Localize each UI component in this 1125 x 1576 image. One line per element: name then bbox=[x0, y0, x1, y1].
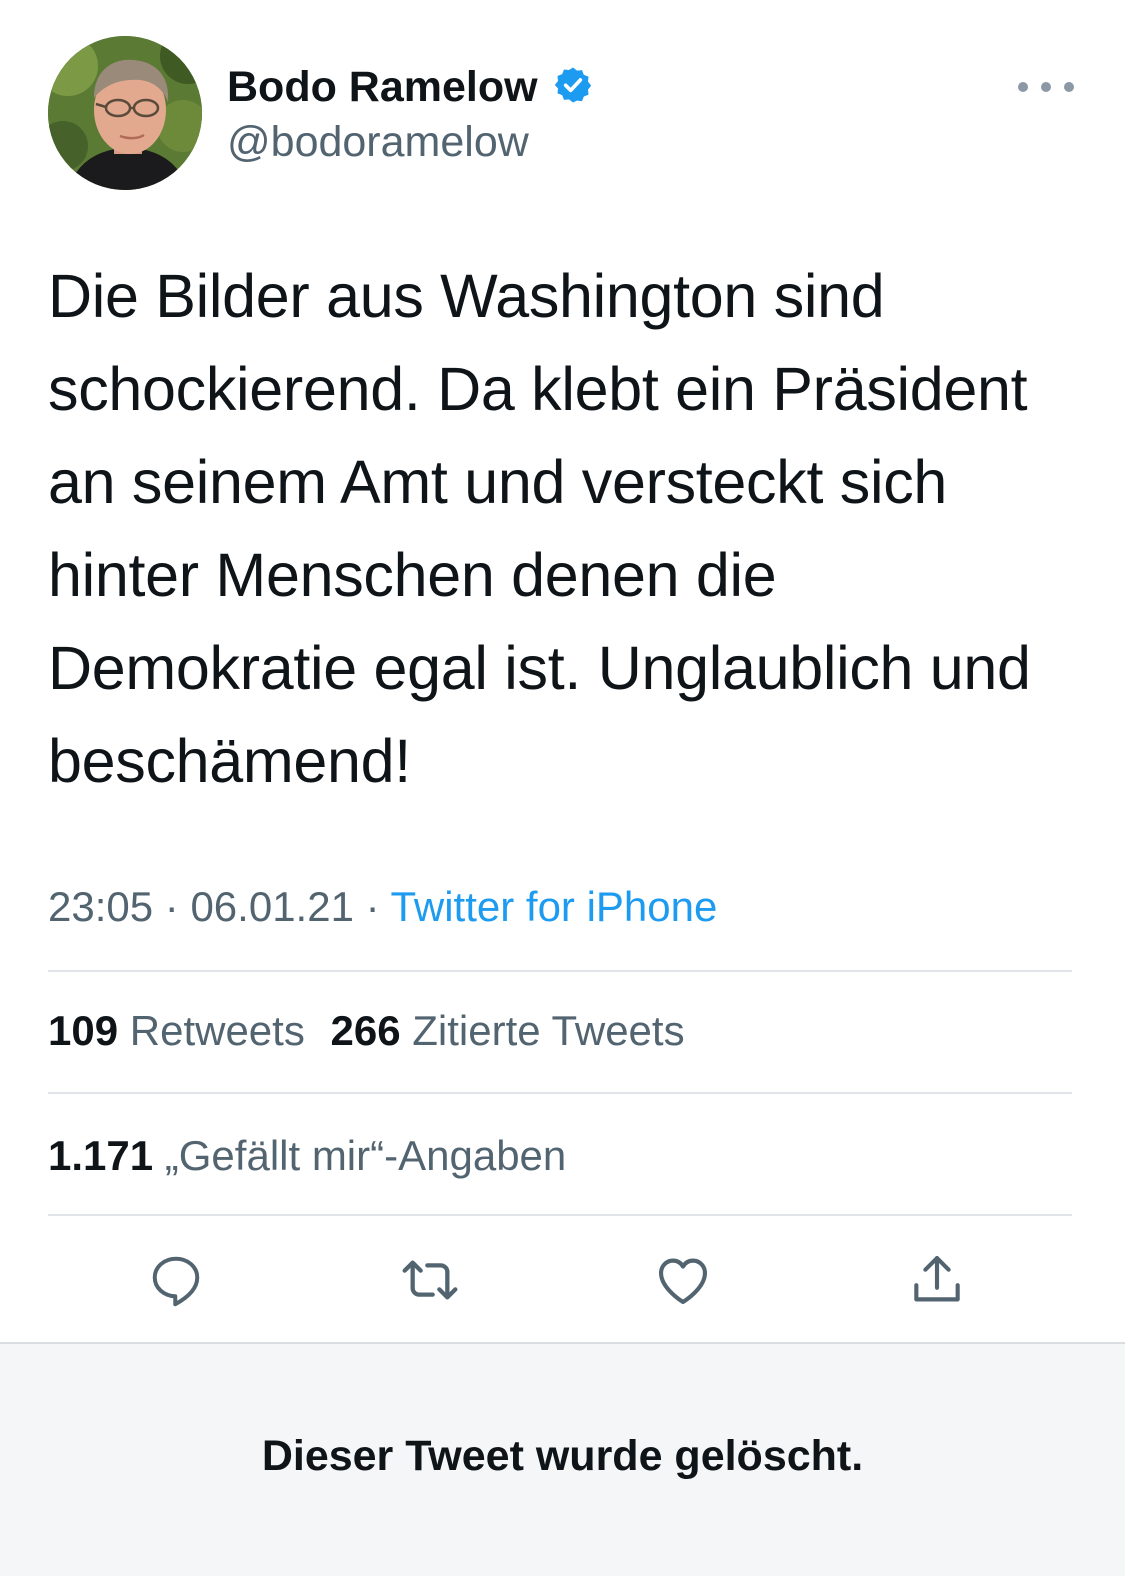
tweet-source-link[interactable]: Twitter for iPhone bbox=[391, 883, 718, 930]
tweet-time: 23:05 bbox=[48, 883, 154, 930]
display-name[interactable]: Bodo Ramelow bbox=[227, 62, 538, 112]
avatar-photo bbox=[48, 36, 202, 190]
share-icon[interactable] bbox=[897, 1240, 977, 1320]
avatar[interactable] bbox=[48, 36, 202, 190]
reply-icon[interactable] bbox=[136, 1240, 216, 1320]
divider bbox=[48, 1092, 1072, 1094]
deleted-notice: Dieser Tweet wurde gelöscht. bbox=[0, 1344, 1125, 1576]
likes-count: 1.171 bbox=[48, 1132, 154, 1179]
action-bar bbox=[0, 1240, 1125, 1320]
stats-row-retweets: 109 Retweets 266 Zitierte Tweets bbox=[48, 1005, 685, 1057]
quotes-label: Zitierte Tweets bbox=[412, 1007, 685, 1054]
likes-stat[interactable]: 1.171 „Gefällt mir“-Angaben bbox=[48, 1132, 566, 1179]
divider bbox=[48, 1214, 1072, 1216]
user-handle[interactable]: @bodoramelow bbox=[227, 117, 529, 167]
tweet-text: Die Bilder aus Washington sind schockier… bbox=[48, 262, 1031, 795]
stats-row-likes: 1.171 „Gefällt mir“-Angaben bbox=[48, 1130, 566, 1182]
retweets-stat[interactable]: 109 Retweets bbox=[48, 1007, 317, 1054]
tweet-meta: 23:05 · 06.01.21 · Twitter for iPhone bbox=[48, 881, 717, 933]
more-options-icon[interactable] bbox=[1018, 70, 1074, 104]
verified-badge-icon bbox=[554, 67, 592, 103]
likes-label: „Gefällt mir“-Angaben bbox=[164, 1132, 567, 1179]
tweet-detail-screen: Bodo Ramelow @bodoramelow Die Bilder aus… bbox=[0, 0, 1125, 1576]
quotes-count: 266 bbox=[330, 1007, 401, 1054]
tweet-card: Bodo Ramelow @bodoramelow Die Bilder aus… bbox=[0, 0, 1125, 1350]
deleted-notice-text: Dieser Tweet wurde gelöscht. bbox=[261, 1432, 864, 1480]
retweets-label: Retweets bbox=[129, 1007, 305, 1054]
tweet-date: 06.01.21 bbox=[190, 883, 354, 930]
like-icon[interactable] bbox=[643, 1240, 723, 1320]
retweets-count: 109 bbox=[48, 1007, 119, 1054]
meta-separator: · bbox=[164, 883, 179, 930]
divider bbox=[48, 970, 1072, 972]
quotes-stat[interactable]: 266 Zitierte Tweets bbox=[331, 1007, 685, 1054]
retweet-icon[interactable] bbox=[390, 1240, 470, 1320]
meta-separator: · bbox=[365, 883, 380, 930]
